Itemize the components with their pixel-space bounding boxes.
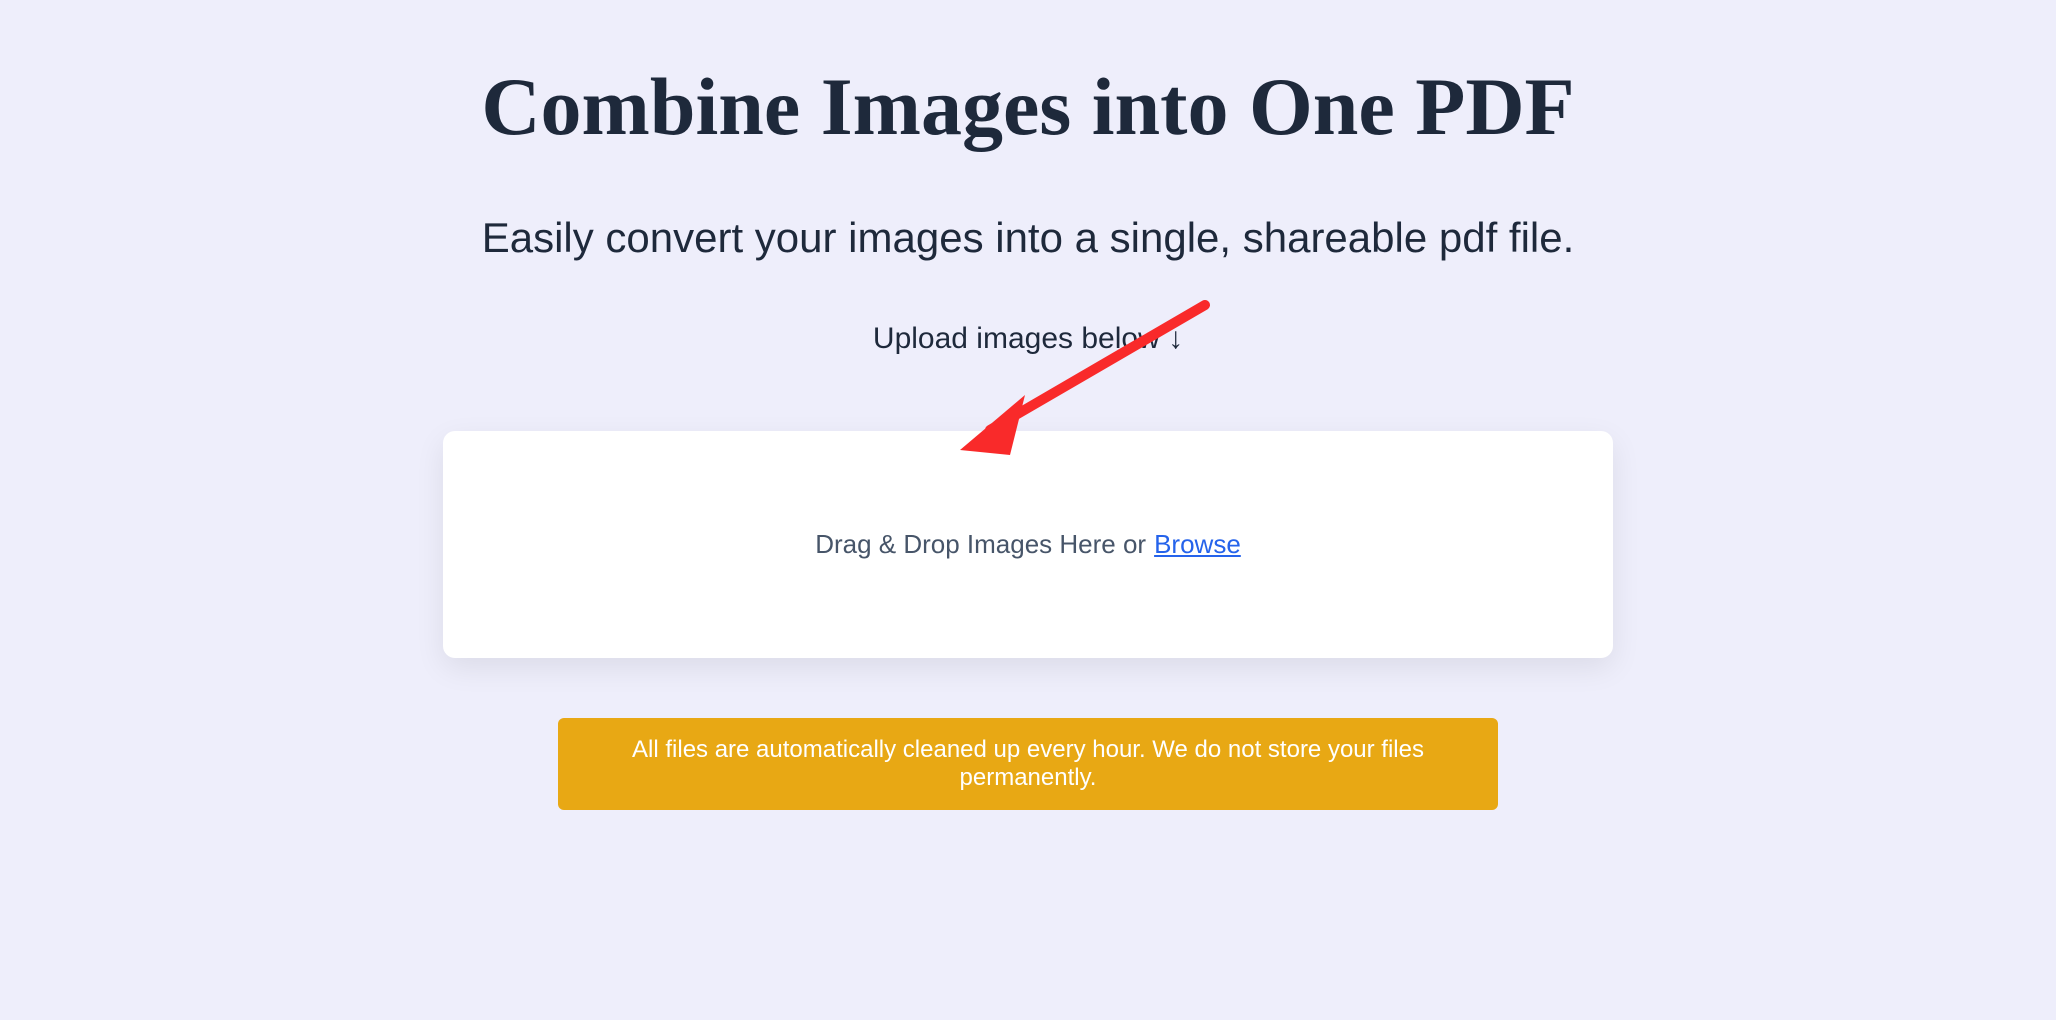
page-title: Combine Images into One PDF — [481, 60, 1574, 154]
upload-hint: Upload images below ↓ — [873, 322, 1183, 356]
browse-link[interactable]: Browse — [1154, 529, 1241, 560]
notice-banner: All files are automatically cleaned up e… — [558, 718, 1498, 810]
image-dropzone[interactable]: Drag & Drop Images Here or Browse — [443, 431, 1613, 658]
dropzone-text: Drag & Drop Images Here or — [815, 529, 1146, 560]
page-subtitle: Easily convert your images into a single… — [482, 214, 1575, 262]
